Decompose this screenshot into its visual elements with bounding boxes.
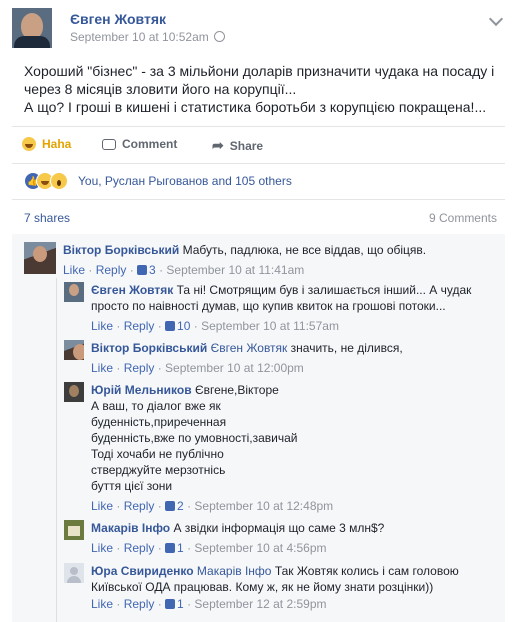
reply-link[interactable]: Reply — [96, 263, 127, 277]
commenter-name[interactable]: Віктор Борківський — [91, 341, 207, 355]
share-button[interactable]: ➦ Share — [212, 137, 263, 154]
commenter-avatar[interactable] — [64, 520, 84, 540]
like-link[interactable]: Like — [91, 541, 113, 555]
haha-button[interactable]: Haha — [22, 137, 71, 151]
commenter-name[interactable]: Юрій Мельников — [91, 383, 192, 397]
wow-reaction-icon — [50, 172, 68, 190]
like-link[interactable]: Like — [91, 319, 113, 333]
reply-thread-line — [56, 278, 57, 622]
like-icon — [165, 543, 176, 553]
comment-text: буденність,вже по умовності,завичай — [91, 431, 298, 445]
commenter-avatar[interactable] — [64, 563, 84, 583]
haha-label: Haha — [42, 137, 72, 151]
comments-count[interactable]: 9 Comments — [429, 211, 497, 225]
comment-text: Так Жовтяк колись і сам головою — [274, 564, 459, 578]
divider — [12, 199, 505, 200]
commenter-avatar[interactable] — [64, 382, 84, 402]
comment-text: Та ні! Смотрящим був і залишається інший… — [176, 283, 472, 297]
post-author[interactable]: Євген Жовтяк — [70, 11, 166, 27]
mention-tag[interactable]: Макарів Інфо — [197, 564, 272, 578]
action-bar: Haha Comment ➦ Share — [12, 126, 505, 164]
like-link[interactable]: Like — [91, 597, 113, 611]
commenter-name[interactable]: Юра Свириденко — [91, 564, 194, 578]
comment-button[interactable]: Comment — [102, 137, 177, 151]
reactions-text[interactable]: You, Руслан Рыгованов and 105 others — [78, 174, 292, 188]
comment-text: стверджуйте мерзотнісь — [91, 463, 226, 477]
like-icon — [137, 265, 148, 275]
share-icon: ➦ — [212, 137, 224, 153]
like-count[interactable]: 2 — [177, 499, 184, 513]
like-link[interactable]: Like — [91, 361, 113, 375]
comment-time[interactable]: September 10 at 12:48pm — [194, 499, 333, 513]
post-card: Євген Жовтяк September 10 at 10:52am Хор… — [0, 0, 517, 622]
like-icon — [165, 321, 176, 331]
post-meta: September 10 at 10:52am — [70, 30, 225, 44]
like-count[interactable]: 3 — [149, 263, 156, 277]
reply-link[interactable]: Reply — [124, 499, 155, 513]
share-label: Share — [229, 138, 264, 153]
comment-icon — [102, 138, 116, 150]
reply-link[interactable]: Reply — [124, 319, 155, 333]
post-header: Євген Жовтяк September 10 at 10:52am — [12, 8, 505, 54]
comment-time[interactable]: September 10 at 11:57am — [201, 319, 339, 333]
comment-text: буття цієї зони — [91, 479, 173, 493]
comment-text: Євгене,Вікторе — [194, 383, 279, 397]
mention-tag[interactable]: Євген Жовтяк — [211, 341, 288, 355]
post-timestamp[interactable]: September 10 at 10:52am — [70, 30, 209, 44]
like-icon — [165, 599, 176, 609]
comment-text: Тоді хочаби не публічно — [91, 447, 224, 461]
like-count[interactable]: 1 — [177, 597, 184, 611]
commenter-avatar[interactable] — [64, 340, 84, 360]
comment-text: просто по наівності думав, що купив квит… — [91, 299, 446, 313]
comment-text: Київської ОДА працював. Кому ж, як не йо… — [91, 580, 434, 594]
like-icon — [165, 501, 176, 511]
post-text: Хороший "бізнес" - за 3 мільйони доларів… — [24, 62, 504, 116]
post-text-line: А що? І гроші в кишені і статистика боро… — [24, 99, 487, 115]
like-link[interactable]: Like — [91, 499, 113, 513]
comment-time[interactable]: September 12 at 2:59pm — [194, 597, 326, 611]
like-count[interactable]: 10 — [177, 319, 190, 333]
like-link[interactable]: Like — [63, 263, 85, 277]
comment-text: буденність,приреченная — [91, 415, 227, 429]
globe-icon — [213, 31, 225, 42]
post-text-line: через 8 місяців зловити його на корупції… — [24, 81, 297, 97]
comment-time[interactable]: September 10 at 11:41am — [166, 263, 304, 277]
comment-label: Comment — [122, 137, 178, 151]
comment-text: А звідки інформація що саме 3 млн$? — [173, 521, 385, 535]
post-text-line: Хороший "бізнес" - за 3 мільйони доларів… — [24, 63, 495, 79]
reaction-icons: 👍 — [24, 172, 74, 190]
reply-link[interactable]: Reply — [124, 361, 155, 375]
comment-text: Мабуть, падлюка, не все віддав, що обіця… — [182, 243, 427, 257]
like-count[interactable]: 1 — [177, 541, 184, 555]
commenter-avatar[interactable] — [64, 282, 84, 302]
reply-link[interactable]: Reply — [124, 541, 155, 555]
haha-icon — [22, 137, 36, 151]
commenter-name[interactable]: Євген Жовтяк — [91, 283, 173, 297]
reactions-summary[interactable]: 👍 You, Руслан Рыгованов and 105 others — [24, 172, 292, 190]
comment-time[interactable]: September 10 at 12:00pm — [165, 361, 304, 375]
comment: Віктор Борківський Мабуть, падлюка, не в… — [24, 242, 504, 278]
comment-time[interactable]: September 10 at 4:56pm — [194, 541, 326, 555]
comment-text: значить, не ділився, — [290, 341, 403, 355]
commenter-avatar[interactable] — [24, 242, 56, 274]
commenter-name[interactable]: Віктор Борківський — [63, 243, 179, 257]
commenter-name[interactable]: Макарів Інфо — [91, 521, 170, 535]
chevron-down-icon[interactable] — [488, 11, 504, 27]
shares-count[interactable]: 7 shares — [24, 211, 70, 225]
comment-text: А ваш, то діалог вже як — [91, 399, 221, 413]
author-avatar[interactable] — [12, 8, 52, 48]
reply-link[interactable]: Reply — [124, 597, 155, 611]
